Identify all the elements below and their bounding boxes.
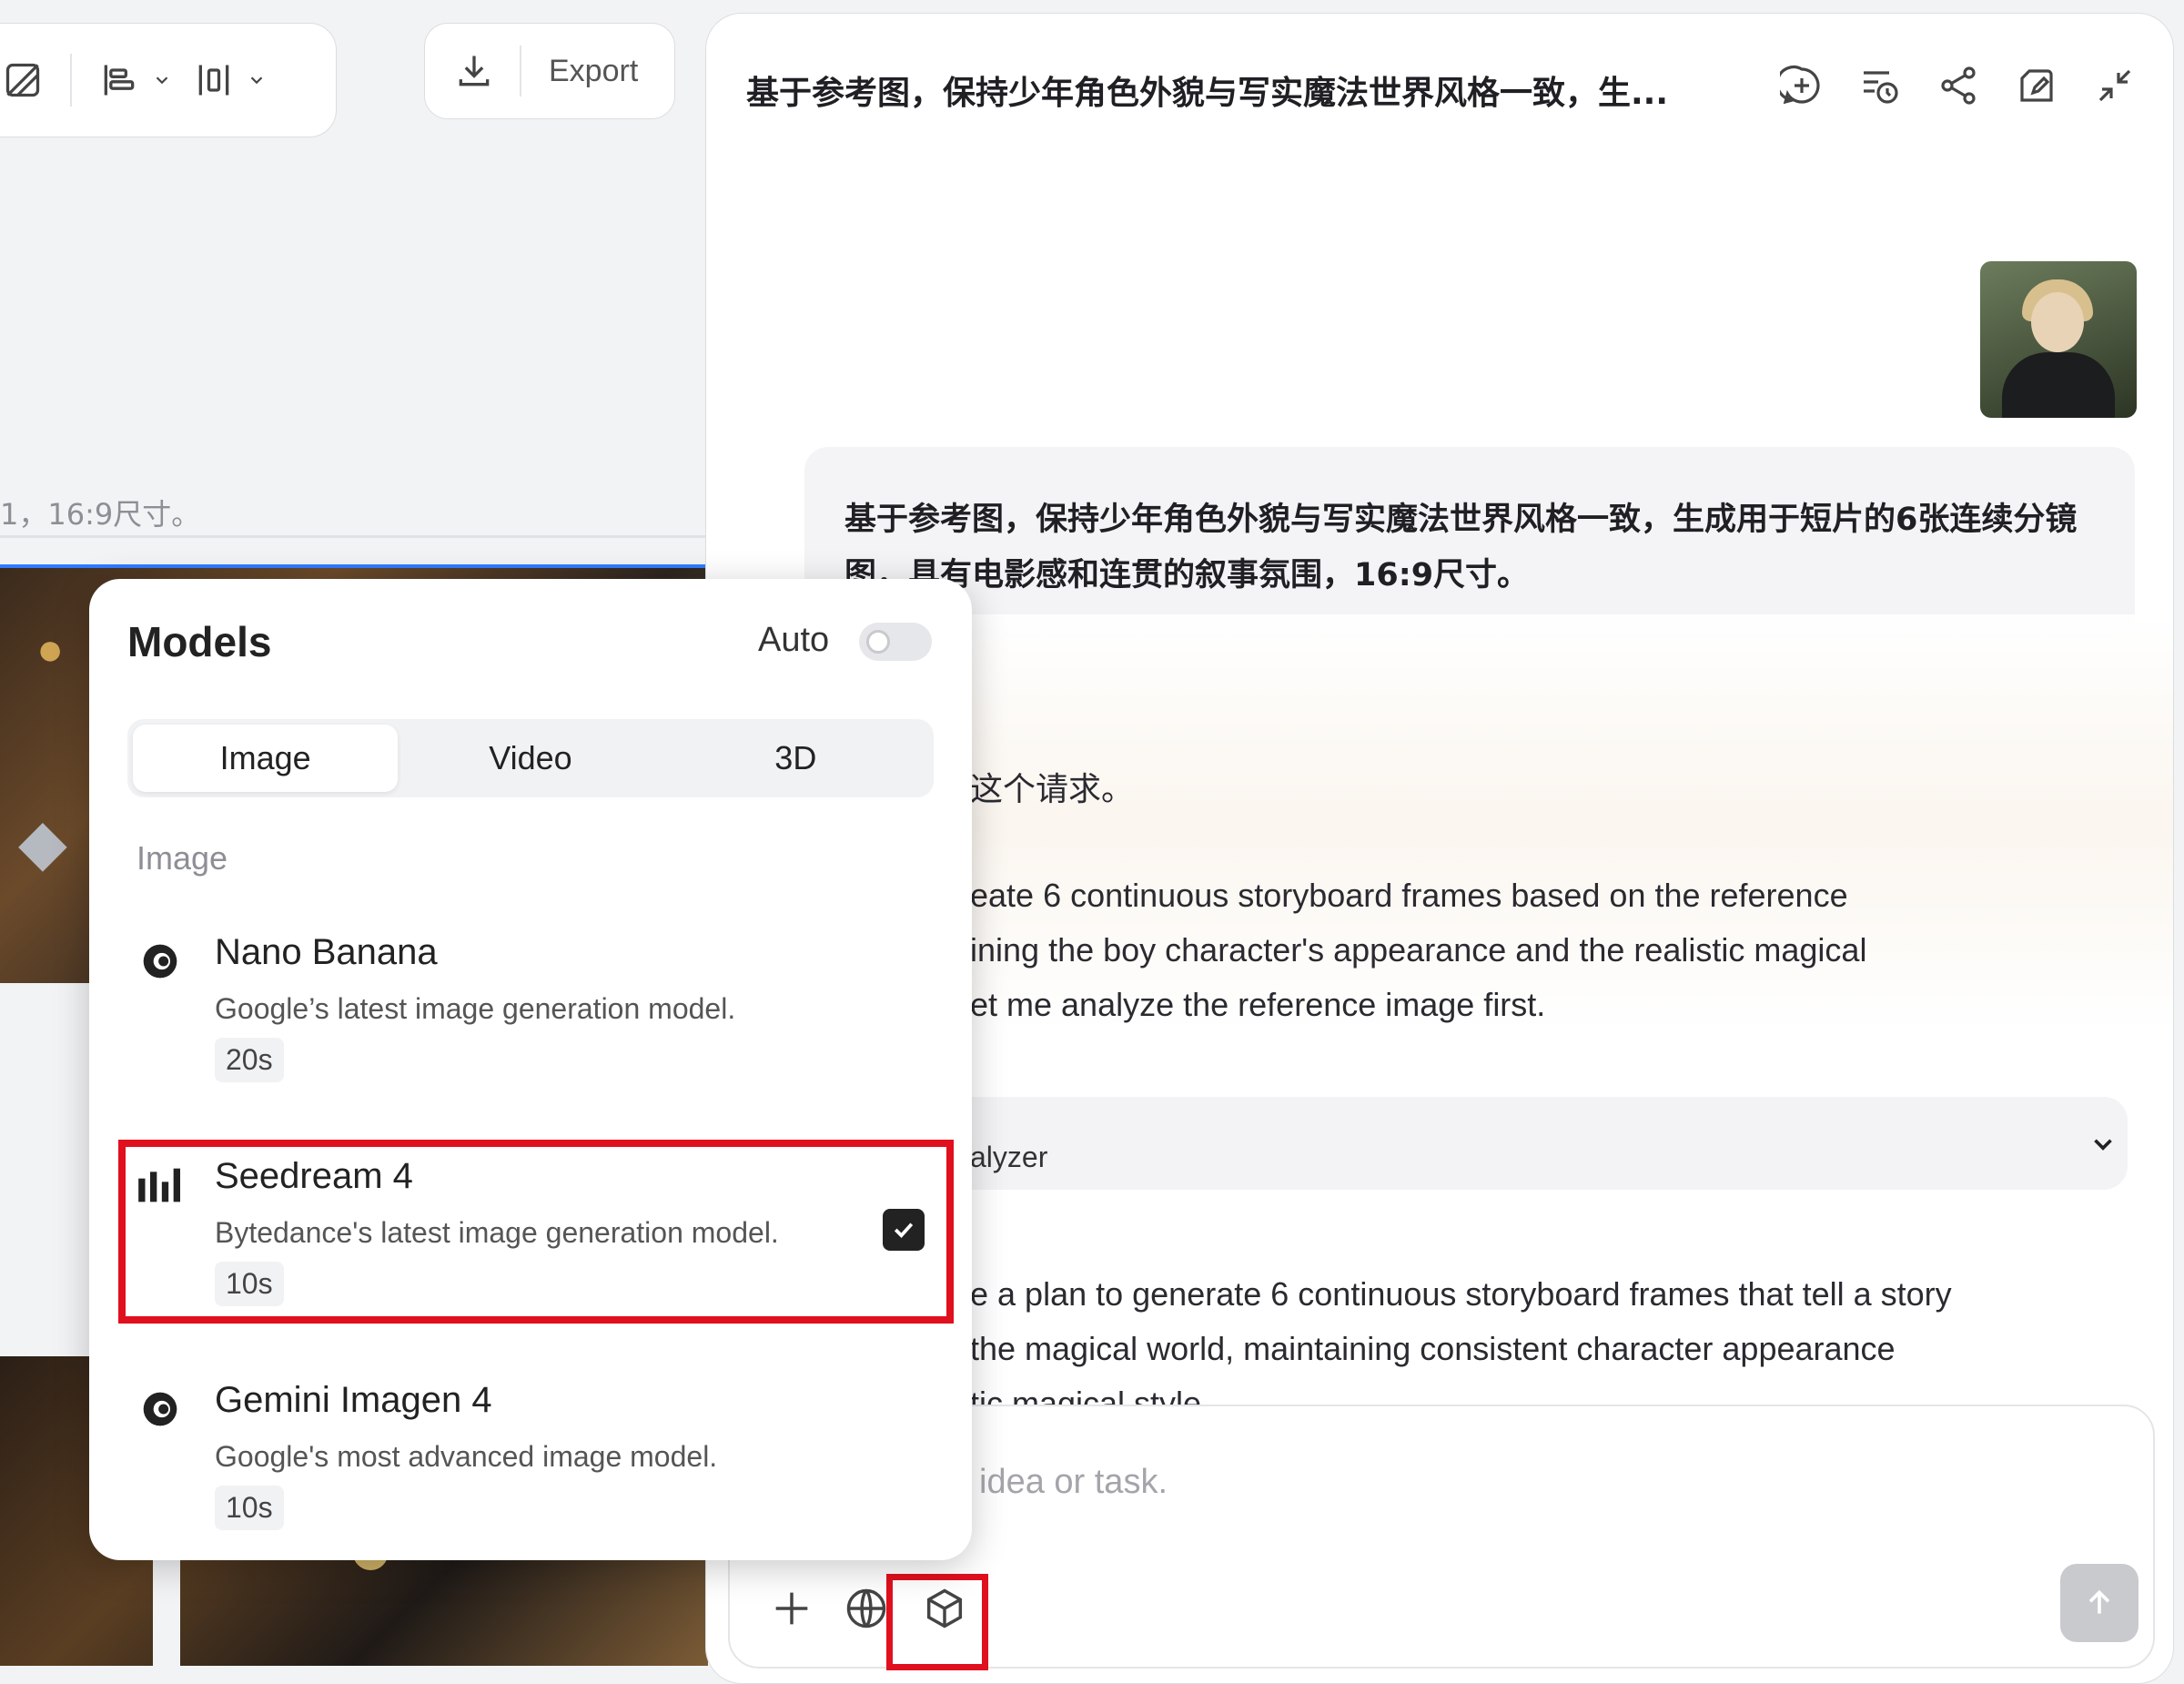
auto-toggle[interactable] [859,623,932,661]
new-chat-icon[interactable] [1780,64,1824,107]
add-attachment-icon[interactable] [768,1585,815,1632]
send-button[interactable] [2060,1564,2138,1642]
plan-line-1: e a plan to generate 6 continuous storyb… [970,1275,1952,1313]
chevron-down-icon [156,76,168,85]
align-left-icon [104,65,135,96]
ref-face [2031,292,2084,352]
response-line-3: et me analyze the reference image first. [970,986,1546,1023]
user-message-bubble: 基于参考图，保持少年角色外貌与写实魔法世界风格一致，生成用于短片的6张连续分镜图… [804,447,2135,638]
google-gemini-icon [143,1392,177,1426]
distribute-button[interactable] [183,48,278,112]
ref-body [2002,352,2115,418]
models-title: Models [127,618,272,665]
frame-icon [5,63,40,97]
highlight-seedream-model [118,1140,954,1324]
plan-line-2: the magical world, maintaining consisten… [970,1330,1896,1367]
model-time-badge: 20s [215,1038,284,1082]
section-label: Image [136,839,228,877]
chevron-down-icon[interactable] [2088,1129,2118,1160]
model-type-tabs: Image Video 3D [127,719,934,797]
arrow-up-icon [2088,1589,2110,1614]
model-name: Nano Banana [215,932,438,972]
response-line-1: eate 6 continuous storyboard frames base… [970,877,1848,914]
tab-3d[interactable]: 3D [663,725,928,792]
distribute-icon [198,65,229,96]
model-description: Google’s latest image generation model. [215,992,736,1025]
download-icon [459,56,490,86]
model-time-badge: 10s [215,1486,284,1530]
model-name: Gemini Imagen 4 [215,1380,492,1420]
chat-title: 基于参考图，保持少年角色外貌与写实魔法世界风格一致，生... [746,75,1669,112]
model-item-nano-banana[interactable]: Nano Banana Google’s latest image genera… [127,919,934,1120]
align-button[interactable] [88,48,183,112]
canvas-toolbar [0,23,337,137]
canvas-divider [0,535,708,538]
google-gemini-icon [143,944,177,979]
canvas-caption: 1，16:9尺寸。 [0,497,201,532]
collapse-icon[interactable] [2093,64,2137,107]
model-item-gemini-imagen-4[interactable]: Gemini Imagen 4 Google's most advanced i… [127,1367,934,1567]
crystal-icon: ◆ [18,806,67,878]
reference-image-thumbnail[interactable] [1980,261,2137,418]
globe-icon[interactable] [843,1585,890,1632]
tab-video[interactable]: Video [398,725,662,792]
history-icon[interactable] [1858,64,1902,107]
chat-input-placeholder[interactable]: idea or task. [979,1463,1168,1502]
response-text-zh: 这个请求。 [970,771,1135,808]
model-description: Google's most advanced image model. [215,1440,718,1473]
export-divider [520,46,521,96]
lantern-icon: ● [36,624,65,675]
response-line-2: ining the boy character's appearance and… [970,931,1867,969]
highlight-model-button [886,1574,988,1670]
edit-icon[interactable] [2015,64,2058,107]
frame-tool-button[interactable] [0,48,54,112]
chevron-down-icon [250,76,263,85]
tab-image[interactable]: Image [133,725,399,792]
auto-label: Auto [758,621,830,659]
toolbar-divider [70,54,72,107]
export-label: Export [549,53,639,88]
export-button[interactable]: Export [424,23,675,119]
analyzer-label: alyzer [970,1141,1048,1173]
chat-header-actions [1780,64,2137,107]
models-dropdown: Models Auto Image Video 3D Image Nano Ba… [89,579,972,1560]
toggle-knob [866,630,890,654]
share-icon[interactable] [1936,64,1980,107]
